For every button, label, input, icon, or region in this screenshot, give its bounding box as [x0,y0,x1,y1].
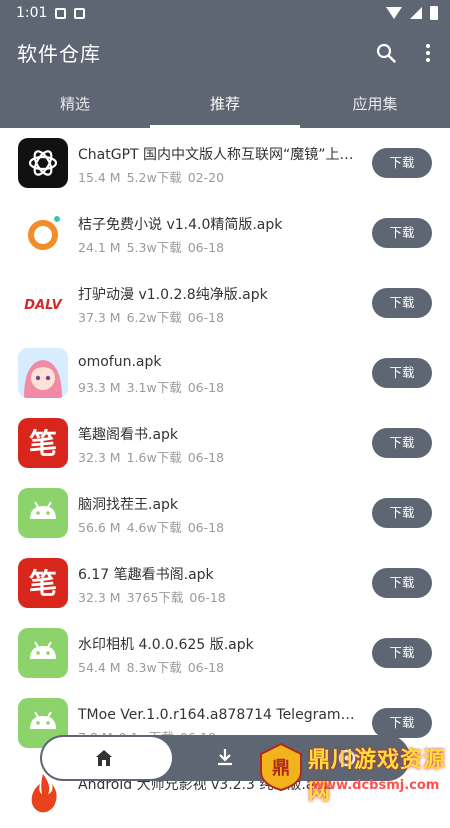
app-date: 06-18 [187,240,225,255]
app-bar: 软件仓库 精选 推荐 应用集 [0,26,450,128]
watermark-text: 鼎川游戏资源网 [308,748,447,805]
download-button[interactable]: 下载 [372,498,432,528]
app-name: 桔子免费小说 v1.4.0精简版.apk [78,217,283,233]
list-item[interactable]: DALV 打驴动漫 v1.0.2.8纯净版.apk 37.3 M 6.2w下载 06… [0,268,450,338]
app-meta: 37.3 M 6.2w下载 06-18 [78,307,230,326]
app-size: 32.3 M [78,590,121,605]
chatgpt-logo-icon [18,138,68,188]
download-button[interactable]: 下载 [372,288,432,318]
app-date: 06-18 [189,590,226,605]
app-downloads: 3.1w下载 [126,380,182,395]
a-notification-icon [74,7,86,19]
app-downloads: 5.2w下载 [126,170,182,185]
app-meta: 32.3 M 3765下载 06-18 [78,587,232,606]
app-downloads: 4.6w下载 [126,520,182,535]
page-title: 软件仓库 [17,42,101,66]
app-downloads: 8.3w下载 [126,660,182,675]
app-size: 15.4 M [78,170,121,185]
app-date: 06-18 [187,660,225,675]
watermark-logo-icon: 鼎 [260,742,302,792]
battery-icon [430,6,438,20]
app-date: 06-18 [187,310,225,325]
app-size: 93.3 M [78,380,121,395]
app-meta: 15.4 M 5.2w下载 02-20 [78,167,230,186]
watermark: 鼎 鼎川游戏资源网 www.dcbsmj.com [252,738,450,805]
anime-girl-icon [18,348,68,398]
app-size: 56.6 M [78,520,121,535]
list-item[interactable]: 笔 6.17 笔趣看书阁.apk 32.3 M 3765下载 06-18 下载 [0,548,450,618]
app-downloads: 5.3w下载 [126,240,182,255]
svg-text:DALV: DALV [24,298,62,313]
app-size: 32.3 M [78,450,121,465]
app-name: 脑洞找茬王.apk [78,497,179,513]
watermark-url: www.dcbsmj.com [312,778,440,793]
download-icon[interactable] [215,747,235,767]
download-button[interactable]: 下载 [372,568,432,598]
list-item[interactable]: omofun.apk 93.3 M 3.1w下载 06-18 下载 [0,338,450,408]
app-name: 6.17 笔趣看书阁.apk [78,567,214,583]
list-item[interactable]: 笔 笔趣阁看书.apk 32.3 M 1.6w下载 06-18 下载 [0,408,450,478]
search-icon[interactable] [376,43,396,63]
tab-collections[interactable]: 应用集 [300,84,450,128]
status-bar: 1:01 [0,0,450,26]
app-name: TMoe Ver.1.0.r164.a878714 Telegram增强 [78,707,358,723]
app-date: 06-18 [187,380,225,395]
app-date: 06-18 [187,520,225,535]
svg-text:笔: 笔 [29,567,57,600]
app-date: 02-20 [187,170,225,185]
status-time: 1:01 [16,5,48,21]
app-downloads: 3765下载 [126,590,184,605]
tab-bar: 精选 推荐 应用集 [0,84,450,128]
app-meta: 56.6 M 4.6w下载 06-18 [78,517,230,536]
download-button[interactable]: 下载 [372,358,432,388]
nav-home-button[interactable] [42,737,172,779]
home-icon [96,750,112,766]
app-list: ChatGPT 国内中文版人称互联网“魔镜”上知天文下知地理 15.4 M 5.2… [0,128,450,828]
app-meta: 54.4 M 8.3w下载 06-18 [78,657,230,676]
app-size: 37.3 M [78,310,121,325]
svg-text:笔: 笔 [29,427,57,460]
app-meta: 93.3 M 3.1w下载 06-18 [78,377,230,396]
bi-character-icon: 笔 [18,558,68,608]
download-button[interactable]: 下载 [372,148,432,178]
app-downloads: 6.2w下载 [126,310,182,325]
dalv-logo-icon: DALV [18,278,68,328]
android-icon [18,488,68,538]
download-button[interactable]: 下载 [372,218,432,248]
bi-character-icon: 笔 [18,418,68,468]
tab-recommended[interactable]: 推荐 [150,84,300,128]
list-item[interactable]: 脑洞找茬王.apk 56.6 M 4.6w下载 06-18 下载 [0,478,450,548]
download-button[interactable]: 下载 [372,638,432,668]
download-button[interactable]: 下载 [372,428,432,458]
orange-ring-logo-icon [18,208,68,258]
app-meta: 24.1 M 5.3w下载 06-18 [78,237,230,256]
download-button[interactable]: 下载 [372,708,432,738]
app-downloads: 1.6w下载 [126,450,182,465]
signal-icon [410,7,422,19]
app-name: 水印相机 4.0.0.625 版.apk [78,637,254,653]
list-item[interactable]: 水印相机 4.0.0.625 版.apk 54.4 M 8.3w下载 06-18 下… [0,618,450,688]
app-name: omofun.apk [78,354,162,370]
android-icon [18,628,68,678]
wifi-icon [386,7,402,19]
app-name: 笔趣阁看书.apk [78,427,179,443]
app-date: 06-18 [187,450,225,465]
app-size: 24.1 M [78,240,121,255]
app-size: 54.4 M [78,660,121,675]
list-item[interactable]: 桔子免费小说 v1.4.0精简版.apk 24.1 M 5.3w下载 06-18 下… [0,198,450,268]
more-vert-icon[interactable] [418,43,438,63]
svg-text:鼎: 鼎 [272,758,290,779]
tab-featured[interactable]: 精选 [0,84,150,128]
app-meta: 32.3 M 1.6w下载 06-18 [78,447,230,466]
list-item[interactable]: ChatGPT 国内中文版人称互联网“魔镜”上知天文下知地理 15.4 M 5.2… [0,128,450,198]
app-name: 打驴动漫 v1.0.2.8纯净版.apk [78,287,268,303]
gallery-notification-icon [55,7,67,19]
app-name: ChatGPT 国内中文版人称互联网“魔镜”上知天文下知地理 [78,147,358,163]
